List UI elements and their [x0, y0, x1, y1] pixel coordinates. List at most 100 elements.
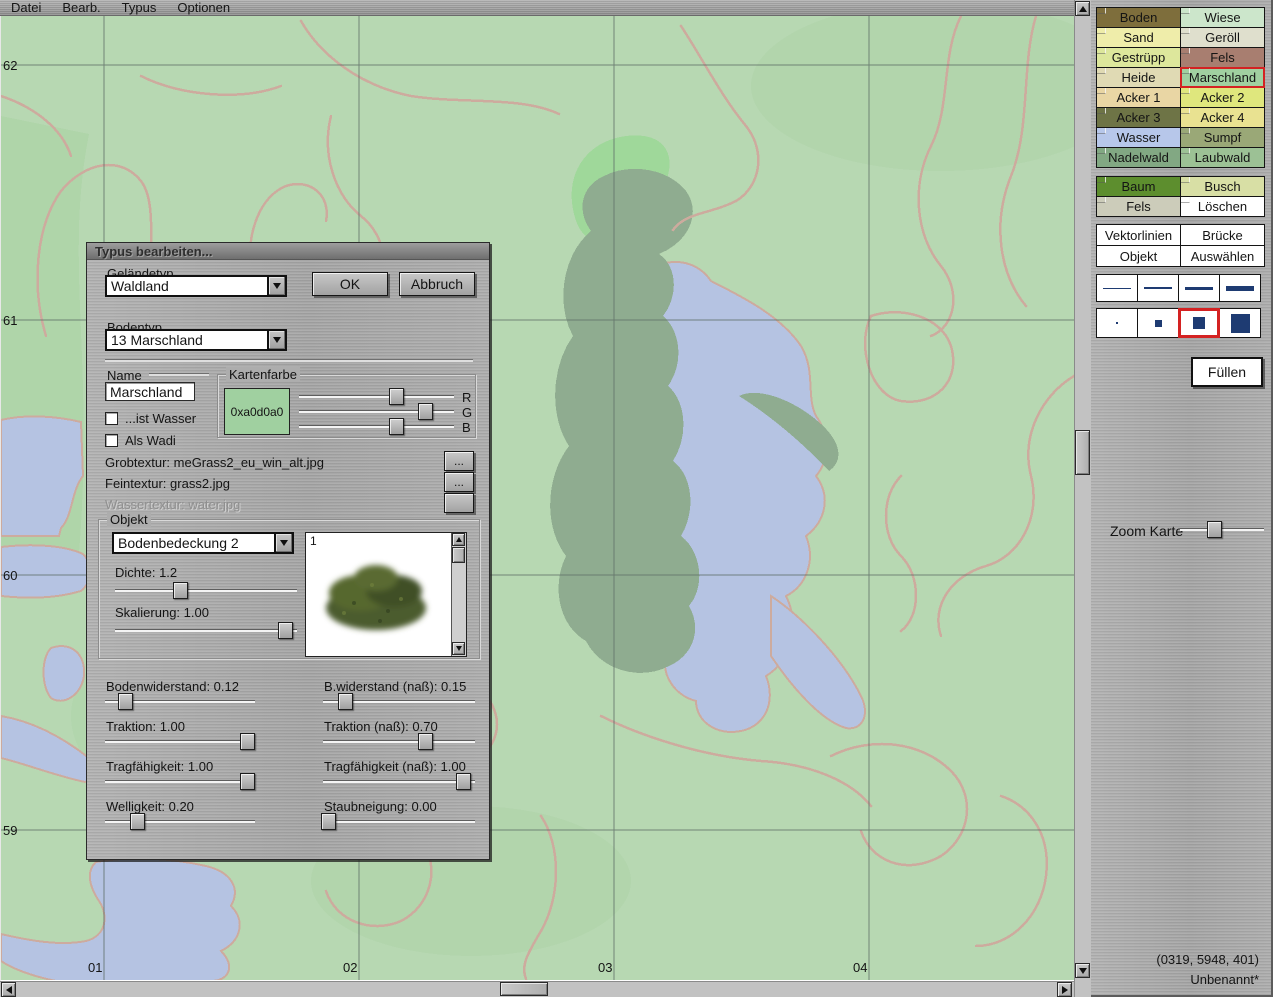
objekt-dropdown[interactable]: Bodenbedeckung 2 [112, 532, 294, 554]
brush-size-12px[interactable] [1179, 309, 1219, 337]
terrain-button-acker-3[interactable]: Acker 3 [1097, 108, 1180, 127]
preview-scroll-thumb[interactable] [452, 547, 465, 563]
terrain-button-acker-4[interactable]: Acker 4 [1181, 108, 1264, 127]
tool-button-ausw-hlen[interactable]: Auswählen [1181, 246, 1264, 266]
brush-size-2px[interactable] [1097, 309, 1137, 337]
channel-slider-b[interactable] [299, 418, 454, 436]
bodenwiderstand-slider-thumb[interactable] [118, 693, 133, 710]
texture-browse-button-0[interactable]: ... [444, 451, 474, 471]
skalierung-slider-thumb[interactable] [278, 622, 293, 639]
texture-browse-button-1[interactable]: ... [444, 472, 474, 492]
scroll-down-button[interactable] [1075, 963, 1090, 978]
traktion-na-slider[interactable] [323, 733, 475, 751]
terrain-button-sumpf[interactable]: Sumpf [1181, 128, 1264, 147]
dialog-title-bar[interactable]: Typus bearbeiten... [87, 243, 489, 260]
staubneigung-slider-thumb[interactable] [321, 813, 336, 830]
terrain-button-boden[interactable]: Boden [1097, 8, 1180, 27]
bodenwiderstand-slider[interactable] [105, 693, 255, 711]
scroll-up-button[interactable] [1075, 1, 1090, 16]
line-width-3px[interactable] [1179, 275, 1219, 301]
ist-wasser-checkbox-row[interactable]: ...ist Wasser [105, 411, 196, 426]
als-wadi-checkbox-row[interactable]: Als Wadi [105, 433, 176, 448]
line-width-1px[interactable] [1097, 275, 1137, 301]
channel-slider-r-track[interactable] [299, 396, 454, 398]
object-button-busch[interactable]: Busch [1181, 177, 1264, 196]
tragf-higkeit-na-slider-thumb[interactable] [456, 773, 471, 790]
zoom-slider[interactable] [1180, 521, 1264, 541]
terrain-button-nadelwald[interactable]: Nadelwald [1097, 148, 1180, 167]
b-widerstand-na-slider[interactable] [323, 693, 475, 711]
channel-slider-b-track[interactable] [299, 426, 454, 428]
tragf-higkeit-slider-track[interactable] [105, 781, 255, 783]
fill-button[interactable]: Füllen [1191, 357, 1263, 387]
dichte-slider-track[interactable] [115, 590, 297, 592]
abbruch-button[interactable]: Abbruch [399, 272, 475, 296]
terrain-button-heide[interactable]: Heide [1097, 68, 1180, 87]
welligkeit-slider-thumb[interactable] [130, 813, 145, 830]
scroll-right-button[interactable] [1057, 982, 1072, 997]
brush-size-7px[interactable] [1138, 309, 1178, 337]
terrain-button-wiese[interactable]: Wiese [1181, 8, 1264, 27]
line-width-2px[interactable] [1138, 275, 1178, 301]
chevron-down-icon[interactable] [267, 277, 285, 295]
dichte-slider-thumb[interactable] [173, 582, 188, 599]
traktion-na-slider-track[interactable] [323, 741, 475, 743]
channel-slider-b-thumb[interactable] [389, 418, 404, 435]
tool-button-objekt[interactable]: Objekt [1097, 246, 1180, 266]
zoom-slider-thumb[interactable] [1207, 521, 1222, 538]
vertical-scroll-thumb[interactable] [1075, 430, 1090, 475]
vertical-scrollbar[interactable] [1074, 0, 1091, 997]
terrain-button-fels[interactable]: Fels [1181, 48, 1264, 67]
preview-scrollbar[interactable] [451, 533, 466, 656]
tool-button-vektorlinien[interactable]: Vektorlinien [1097, 225, 1180, 245]
welligkeit-slider-track[interactable] [105, 821, 255, 823]
terrain-button-laubwald[interactable]: Laubwald [1181, 148, 1264, 167]
preview-scroll-down-button[interactable] [452, 642, 465, 655]
tool-button-br-cke[interactable]: Brücke [1181, 225, 1264, 245]
terrain-button-gestr-pp[interactable]: Gestrüpp [1097, 48, 1180, 67]
checkbox-icon[interactable] [105, 412, 118, 425]
terrain-button-sand[interactable]: Sand [1097, 28, 1180, 47]
bodentyp-dropdown[interactable]: 13 Marschland [105, 329, 287, 351]
chevron-down-icon[interactable] [267, 331, 285, 349]
gelaendetyp-dropdown[interactable]: Waldland [105, 275, 287, 297]
tragf-higkeit-na-slider-track[interactable] [323, 781, 475, 783]
brush-size-19px[interactable] [1220, 309, 1260, 337]
traktion-slider[interactable] [105, 733, 255, 751]
skalierung-slider-track[interactable] [115, 630, 297, 632]
terrain-button-ger-ll[interactable]: Geröll [1181, 28, 1264, 47]
dichte-slider[interactable] [115, 582, 297, 600]
ok-button[interactable]: OK [312, 272, 388, 296]
tragf-higkeit-slider-thumb[interactable] [240, 773, 255, 790]
object-button-fels[interactable]: Fels [1097, 197, 1180, 216]
menu-typus[interactable]: Typus [120, 0, 159, 15]
horizontal-scrollbar[interactable] [0, 981, 1074, 997]
traktion-slider-thumb[interactable] [240, 733, 255, 750]
scroll-left-button[interactable] [1, 982, 16, 997]
staubneigung-slider[interactable] [323, 813, 475, 831]
staubneigung-slider-track[interactable] [323, 821, 475, 823]
traktion-slider-track[interactable] [105, 741, 255, 743]
tragf-higkeit-na-slider[interactable] [323, 773, 475, 791]
b-widerstand-na-slider-thumb[interactable] [338, 693, 353, 710]
chevron-down-icon[interactable] [274, 534, 292, 552]
terrain-button-wasser[interactable]: Wasser [1097, 128, 1180, 147]
menu-bearb[interactable]: Bearb. [60, 0, 102, 15]
horizontal-scroll-thumb[interactable] [500, 982, 548, 996]
menu-optionen[interactable]: Optionen [175, 0, 232, 15]
menu-datei[interactable]: Datei [9, 0, 43, 15]
object-button-baum[interactable]: Baum [1097, 177, 1180, 196]
line-width-5px[interactable] [1220, 275, 1260, 301]
object-button-l-schen[interactable]: Löschen [1181, 197, 1264, 216]
object-preview[interactable]: 1 [305, 532, 467, 657]
checkbox-icon[interactable] [105, 434, 118, 447]
terrain-button-acker-1[interactable]: Acker 1 [1097, 88, 1180, 107]
welligkeit-slider[interactable] [105, 813, 255, 831]
terrain-button-acker-2[interactable]: Acker 2 [1181, 88, 1264, 107]
terrain-button-marschland[interactable]: Marschland [1181, 68, 1264, 87]
tragf-higkeit-slider[interactable] [105, 773, 255, 791]
preview-scroll-up-button[interactable] [452, 533, 465, 546]
name-input[interactable]: Marschland [105, 382, 195, 401]
traktion-na-slider-thumb[interactable] [418, 733, 433, 750]
skalierung-slider[interactable] [115, 622, 297, 640]
